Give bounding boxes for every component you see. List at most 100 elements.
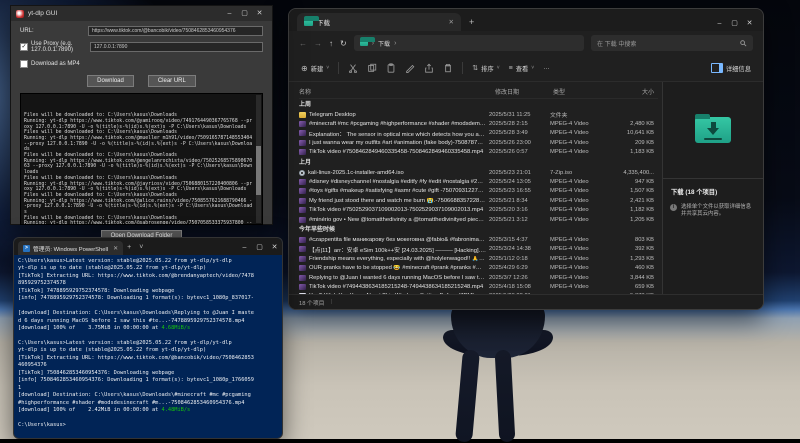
tab-dropdown-icon[interactable]: ˅	[135, 241, 147, 255]
forward-icon[interactable]: →	[314, 39, 322, 48]
file-explorer-window: 下载 ✕ + – ▢ ✕ ← → ↑ ↻ › 下载 › 在 下载 中搜索 ⊕ 新…	[288, 8, 764, 310]
video-file-icon	[299, 275, 306, 281]
file-size: 1,293 KB	[608, 256, 658, 262]
chevron-down-icon: ˅	[326, 65, 329, 71]
group-header[interactable]: 今年早些时候	[299, 224, 658, 235]
refresh-icon[interactable]: ↻	[340, 39, 347, 48]
ytdlp-log[interactable]: Files will be downloaded to: C:\Users\ka…	[20, 93, 263, 225]
file-size: 209 KB	[608, 140, 658, 146]
tab-close-icon[interactable]: ✕	[113, 245, 118, 252]
file-row[interactable]: 【点|11】arr：安卓 eSim 100k++安 [24.03.2025] —…	[299, 245, 658, 254]
terminal-tab[interactable]: > 管理员: Windows PowerShell ✕	[18, 241, 123, 255]
terminal-line: [info] 7508462853460954376: Downloading …	[18, 377, 278, 384]
file-row[interactable]: #minério gov • New @tomatthedivinity a @…	[299, 215, 658, 224]
explorer-statusbar: 18 个项目 |	[289, 294, 763, 309]
terminal-window: > 管理员: Windows PowerShell ✕ + ˅ – ▢ ✕ C:…	[13, 237, 283, 439]
explorer-tabbar[interactable]: 下载 ✕ + – ▢ ✕	[289, 9, 763, 31]
cut-icon[interactable]	[348, 63, 358, 73]
status-divider: |	[330, 299, 332, 305]
file-row[interactable]: Replying to @Juan I wanted 6 days runnin…	[299, 273, 658, 282]
terminal-tabbar[interactable]: > 管理员: Windows PowerShell ✕ + ˅ – ▢ ✕	[14, 238, 282, 255]
ytdlp-titlebar[interactable]: yt-dlp GUI – ▢ ✕	[11, 6, 272, 21]
file-row[interactable]: TikTok video #7494438634185215248-749443…	[299, 282, 658, 291]
close-button[interactable]: ✕	[252, 7, 267, 21]
download-mp4-checkbox[interactable]: ✓	[20, 60, 28, 68]
minimize-button[interactable]: –	[222, 7, 237, 21]
file-name: #czappentita file маникарову без мокегов…	[309, 237, 486, 243]
log-scrollbar[interactable]	[256, 95, 261, 223]
terminal-close-button[interactable]: ✕	[267, 241, 282, 255]
file-type: 7-Zip.iso	[550, 170, 605, 176]
up-icon[interactable]: ↑	[329, 39, 333, 48]
file-row[interactable]: #czappentita file маникарову без мокегов…	[299, 235, 658, 244]
url-input[interactable]: https://www.tiktok.com/@bancobik/video/7…	[88, 26, 263, 36]
paste-icon[interactable]	[386, 63, 396, 73]
file-date: 2025/5/21 8:34	[489, 198, 547, 204]
use-proxy-checkbox[interactable]: ✓	[20, 43, 28, 51]
terminal-output[interactable]: C:\Users\kasus>Latest version: stable@20…	[14, 255, 282, 432]
file-row[interactable]: Friendship means everything, especially …	[299, 254, 658, 263]
group-header[interactable]: 上月	[299, 157, 658, 168]
file-row[interactable]: TikTok video #7502529037109002013-750252…	[299, 206, 658, 215]
rename-icon[interactable]	[405, 63, 415, 73]
file-row[interactable]: kali-linux-2025.1c-installer-amd64.iso20…	[299, 168, 658, 177]
file-name: #toys #gifts #makeup #satisfying #asmr #…	[309, 188, 486, 194]
video-file-icon	[299, 179, 306, 185]
new-button[interactable]: ⊕ 新建˅	[301, 64, 329, 73]
explorer-toolbar: ⊕ 新建˅ ⇅ 排序˅ ≡ 查看˅ ··· 详细信息	[289, 55, 763, 82]
delete-icon[interactable]	[443, 63, 453, 73]
file-list: 名称 修改日期 类型 大小 上周Telegram Desktop2025/5/3…	[289, 82, 662, 294]
file-type: MPEG-4 Video	[550, 237, 605, 243]
proxy-input[interactable]: 127.0.0.1:7890	[90, 42, 263, 52]
file-row[interactable]: Telegram Desktop2025/5/31 11:25文件夹	[299, 110, 658, 119]
file-row[interactable]: TikTok video #7508462849460335458-750846…	[299, 148, 658, 157]
file-row[interactable]: #minecraft #mc #pcgaming #highperformanc…	[299, 119, 658, 128]
file-row[interactable]: Explanation： The sensor in optical mice …	[299, 129, 658, 138]
file-row[interactable]: My friend just stood there and watch me …	[299, 196, 658, 205]
breadcrumb[interactable]: 下载	[378, 39, 390, 48]
terminal-maximize-button[interactable]: ▢	[252, 241, 267, 255]
clear-url-button[interactable]: Clear URL	[148, 75, 196, 87]
search-input[interactable]: 在 下载 中搜索	[591, 35, 753, 51]
file-row[interactable]: #disney #disneychannel #nostalgia #editf…	[299, 177, 658, 186]
copy-icon[interactable]	[367, 63, 377, 73]
column-headers[interactable]: 名称 修改日期 类型 大小	[299, 84, 658, 99]
explorer-maximize-button[interactable]: ▢	[727, 17, 742, 31]
group-header[interactable]: 上周	[299, 99, 658, 110]
maximize-button[interactable]: ▢	[237, 7, 252, 21]
terminal-line	[18, 415, 278, 422]
column-size[interactable]: 大小	[608, 87, 658, 96]
explorer-tab-downloads[interactable]: 下载 ✕	[297, 13, 461, 31]
details-pane-toggle[interactable]: 详细信息	[711, 63, 751, 73]
file-row[interactable]: I just wanna wear my outfits #art #anima…	[299, 138, 658, 147]
new-tab-button[interactable]: +	[123, 241, 135, 255]
terminal-minimize-button[interactable]: –	[237, 241, 252, 255]
file-type: MPEG-4 Video	[550, 207, 605, 213]
new-tab-button[interactable]: +	[461, 13, 482, 31]
column-name[interactable]: 名称	[299, 87, 495, 96]
explorer-close-button[interactable]: ✕	[742, 17, 757, 31]
address-bar[interactable]: › 下载 ›	[354, 35, 584, 51]
file-type: MPEG-4 Video	[550, 121, 605, 127]
view-button[interactable]: ≡ 查看˅	[509, 64, 535, 73]
wallpaper-character-left-leg	[455, 349, 480, 442]
more-options-button[interactable]: ···	[543, 65, 549, 72]
explorer-minimize-button[interactable]: –	[712, 17, 727, 31]
file-date: 2025/5/23 21:01	[489, 170, 547, 176]
share-icon[interactable]	[424, 63, 434, 73]
sort-button[interactable]: ⇅ 排序˅	[472, 64, 499, 73]
file-size: 2,480 KB	[608, 121, 658, 127]
back-icon[interactable]: ←	[299, 39, 307, 48]
column-type[interactable]: 类型	[553, 87, 608, 96]
video-file-icon	[299, 265, 306, 271]
file-row[interactable]: OUR pranks have to be stopped 😂 #minecra…	[299, 263, 658, 272]
file-size: 392 KB	[608, 246, 658, 252]
column-date[interactable]: 修改日期	[495, 87, 553, 96]
download-button[interactable]: Download	[87, 75, 134, 87]
file-date: 2025/5/23 16:55	[489, 188, 547, 194]
file-name: OUR pranks have to be stopped 😂 #minecra…	[309, 265, 486, 271]
tab-close-icon[interactable]: ✕	[449, 18, 454, 26]
video-file-icon	[299, 256, 306, 262]
file-name: 【点|11】arr：安卓 eSim 100k++安 [24.03.2025] —…	[309, 245, 486, 254]
file-row[interactable]: #toys #gifts #makeup #satisfying #asmr #…	[299, 187, 658, 196]
